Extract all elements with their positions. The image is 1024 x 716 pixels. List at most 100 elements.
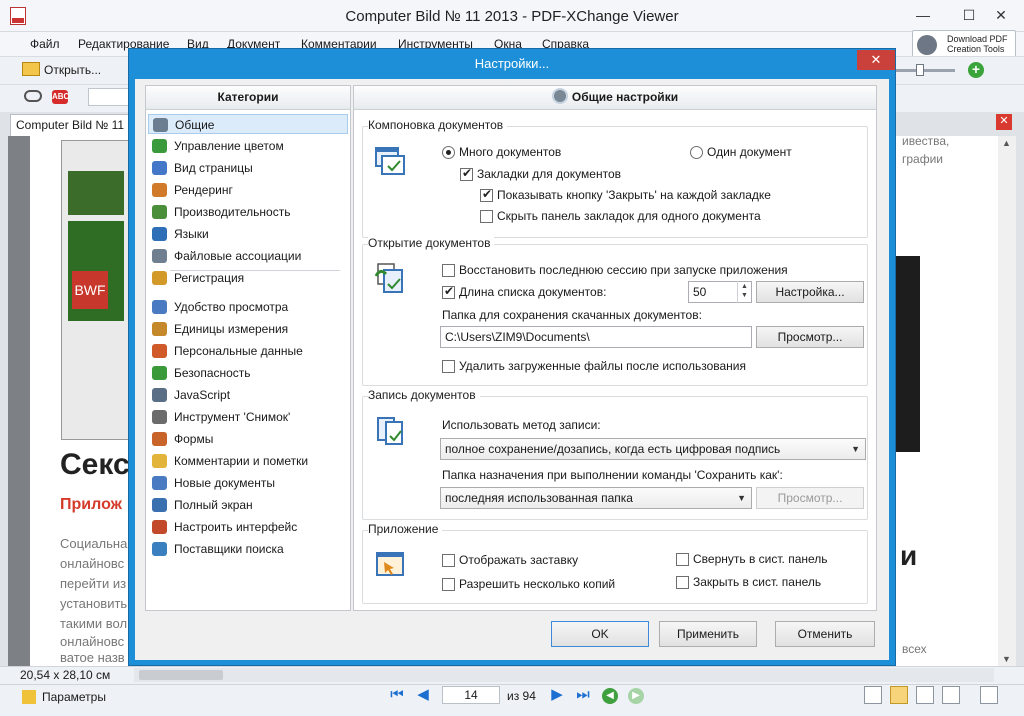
stamp-icon[interactable]: ABC <box>52 90 69 104</box>
category-item[interactable]: Единицы измерения <box>148 319 348 339</box>
back-icon[interactable]: ◀ <box>602 688 618 704</box>
browse-folder-button[interactable]: Просмотр... <box>756 326 864 348</box>
article-subheading: Прилож <box>60 496 122 513</box>
continuous-view-icon[interactable] <box>890 686 908 704</box>
screenshot-red-block: BWF <box>72 271 108 309</box>
one-document-label: Один документ <box>707 145 792 159</box>
close-tray-label: Закрыть в сист. панель <box>693 575 822 589</box>
parameters-button[interactable]: Параметры <box>42 690 106 704</box>
menu-file[interactable]: Файл <box>30 37 60 51</box>
browse-saveas-button[interactable]: Просмотр... <box>756 487 864 509</box>
save-method-select[interactable]: полное сохранение/дозапись, когда есть ц… <box>440 438 866 460</box>
category-item[interactable]: Общие <box>148 114 348 134</box>
ok-button[interactable]: OK <box>551 621 649 647</box>
hide-panel-checkbox[interactable] <box>480 210 493 223</box>
saveas-folder-select[interactable]: последняя использованная папка ▼ <box>440 487 752 509</box>
category-item[interactable]: Поставщики поиска <box>148 539 348 559</box>
category-item[interactable]: Инструмент 'Снимок' <box>148 407 348 427</box>
category-label: Персональные данные <box>174 344 303 358</box>
category-item[interactable]: Производительность <box>148 202 348 222</box>
right-dark-image <box>896 256 920 452</box>
download-folder-input[interactable]: C:\Users\ZIM9\Documents\ <box>440 326 752 348</box>
first-page-icon[interactable]: ⏮ <box>388 686 406 704</box>
category-item[interactable]: Управление цветом <box>148 136 348 156</box>
category-item[interactable]: Удобство просмотра <box>148 297 348 317</box>
category-item[interactable]: Формы <box>148 429 348 449</box>
category-item[interactable]: Новые документы <box>148 473 348 493</box>
category-label: Общие <box>175 118 215 132</box>
list-length-checkbox[interactable] <box>442 284 455 299</box>
category-label: Единицы измерения <box>174 322 289 336</box>
prev-page-icon[interactable]: ◀ <box>414 686 432 704</box>
color-management-icon <box>152 139 167 153</box>
zoom-view-icon[interactable] <box>980 686 998 704</box>
scroll-up-icon[interactable]: ▲ <box>1002 138 1011 148</box>
facing-view-icon[interactable] <box>916 686 934 704</box>
zoom-slider-knob[interactable] <box>916 64 924 76</box>
bookmarks-checkbox[interactable] <box>460 166 473 181</box>
restore-session-label: Восстановить последнюю сессию при запуск… <box>459 263 788 277</box>
page-total: из 94 <box>507 689 536 703</box>
zoom-slider[interactable] <box>895 69 955 72</box>
open-button[interactable]: Открыть... <box>44 63 101 77</box>
delete-downloads-checkbox[interactable] <box>442 360 455 373</box>
category-item[interactable]: Полный экран <box>148 495 348 515</box>
horizontal-scrollbar[interactable] <box>134 668 994 682</box>
category-item[interactable]: Регистрация <box>148 268 348 288</box>
page-number-input[interactable]: 14 <box>442 686 500 704</box>
glasses-icon[interactable] <box>24 90 42 102</box>
document-tab[interactable]: Computer Bild № 11 2013 <box>10 114 134 136</box>
category-label: Регистрация <box>174 271 245 285</box>
parameters-icon[interactable] <box>22 690 36 704</box>
many-documents-radio[interactable] <box>442 146 455 159</box>
category-item[interactable]: Комментарии и пометки <box>148 451 348 471</box>
save-method-label: Использовать метод записи: <box>442 418 601 432</box>
category-label: Поставщики поиска <box>174 542 284 556</box>
apply-button[interactable]: Применить <box>659 621 757 647</box>
multiple-copies-checkbox[interactable] <box>442 578 455 591</box>
single-page-view-icon[interactable] <box>864 686 882 704</box>
list-settings-button[interactable]: Настройка... <box>756 281 864 303</box>
close-window-button[interactable]: ✕ <box>978 0 1024 30</box>
category-item[interactable]: Вид страницы <box>148 158 348 178</box>
article-line: перейти из <box>60 576 127 591</box>
personal-data-icon <box>152 344 167 358</box>
minimize-tray-checkbox[interactable] <box>676 553 689 566</box>
category-item[interactable]: Файловые ассоциации <box>148 246 348 266</box>
restore-session-checkbox[interactable] <box>442 264 455 277</box>
list-length-label: Длина списка документов: <box>459 285 607 299</box>
category-item[interactable]: JavaScript <box>148 385 348 405</box>
category-item[interactable]: Настроить интерфейс <box>148 517 348 537</box>
scroll-down-icon[interactable]: ▼ <box>1002 654 1011 664</box>
zoom-in-icon[interactable]: + <box>968 62 984 78</box>
cancel-button[interactable]: Отменить <box>775 621 875 647</box>
category-item[interactable]: Рендеринг <box>148 180 348 200</box>
show-close-checkbox[interactable] <box>480 187 493 202</box>
many-documents-label: Много документов <box>459 145 562 159</box>
settings-dialog: Настройки... ✕ Категории Общие Управление… <box>128 48 896 666</box>
multiple-copies-label: Разрешить несколько копий <box>459 577 616 591</box>
horizontal-scroll-thumb[interactable] <box>139 670 223 680</box>
minimize-button[interactable]: — <box>900 0 946 30</box>
download-pdf-tools-button[interactable]: Download PDF Creation Tools <box>912 30 1016 58</box>
dialog-close-button[interactable]: ✕ <box>857 50 895 70</box>
open-folder-icon[interactable] <box>22 62 40 76</box>
splash-checkbox[interactable] <box>442 554 455 567</box>
accessibility-icon <box>152 300 167 314</box>
category-item[interactable]: Персональные данные <box>148 341 348 361</box>
general-icon <box>153 118 168 132</box>
right-column-line: графии <box>902 152 944 166</box>
article-line: Социальна <box>60 536 128 551</box>
facing-continuous-view-icon[interactable] <box>942 686 960 704</box>
next-page-icon[interactable]: ▶ <box>548 686 566 704</box>
one-document-radio[interactable] <box>690 146 703 159</box>
close-tray-checkbox[interactable] <box>676 576 689 589</box>
category-item[interactable]: Языки <box>148 224 348 244</box>
last-page-icon[interactable]: ⏭ <box>574 686 592 704</box>
list-length-spinner[interactable]: ▲ ▼ <box>737 281 751 303</box>
category-item[interactable]: Безопасность <box>148 363 348 383</box>
close-document-icon[interactable]: ✕ <box>996 114 1012 130</box>
forward-icon[interactable]: ▶ <box>628 688 644 704</box>
vertical-scrollbar[interactable]: ▲ ▼ <box>998 136 1016 666</box>
settings-header-label: Общие настройки <box>571 90 679 104</box>
